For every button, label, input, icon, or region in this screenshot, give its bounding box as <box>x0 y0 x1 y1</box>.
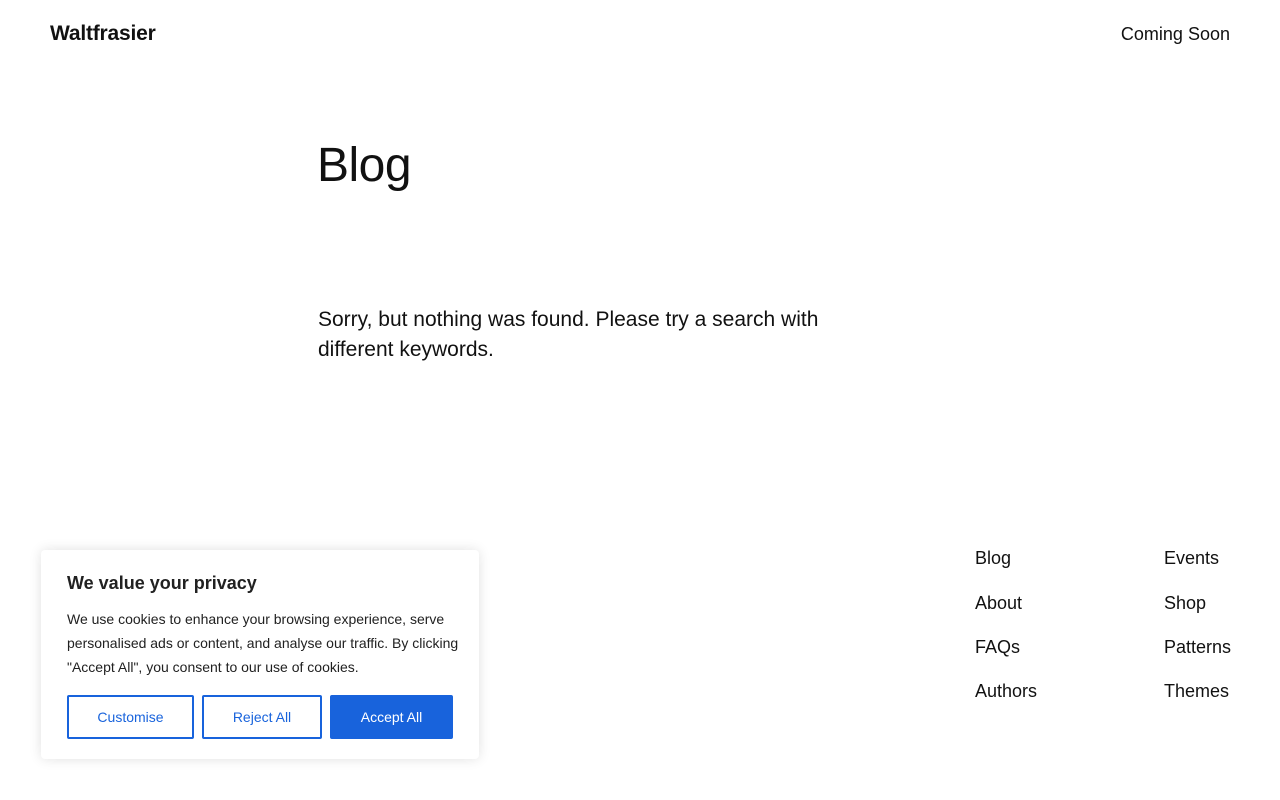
footer-link-patterns[interactable]: Patterns <box>1164 637 1231 658</box>
cookie-banner-title: We value your privacy <box>67 573 257 593</box>
customise-button[interactable]: Customise <box>67 695 194 739</box>
nav-link-coming-soon[interactable]: Coming Soon <box>1121 24 1230 45</box>
site-title-link[interactable]: Waltfrasier <box>50 22 156 46</box>
cookie-banner-text: We use cookies to enhance your browsing … <box>67 611 459 675</box>
footer-link-faqs[interactable]: FAQs <box>975 637 1020 658</box>
reject-all-button[interactable]: Reject All <box>202 695 322 739</box>
cookie-consent-banner: We value your privacy We use cookies to … <box>41 550 479 759</box>
site-header: Waltfrasier Coming Soon <box>0 0 1280 70</box>
footer-link-authors[interactable]: Authors <box>975 681 1037 702</box>
footer-link-shop[interactable]: Shop <box>1164 593 1206 614</box>
footer-link-about[interactable]: About <box>975 593 1022 614</box>
footer-link-themes[interactable]: Themes <box>1164 681 1229 702</box>
footer-nav: Blog About FAQs Authors Events Shop Patt… <box>975 545 1235 715</box>
accept-all-button[interactable]: Accept All <box>330 695 453 739</box>
footer-link-events[interactable]: Events <box>1164 548 1219 569</box>
no-results-message: Sorry, but nothing was found. Please try… <box>318 308 819 361</box>
footer-link-blog[interactable]: Blog <box>975 548 1011 569</box>
page-title: Blog <box>317 139 412 192</box>
